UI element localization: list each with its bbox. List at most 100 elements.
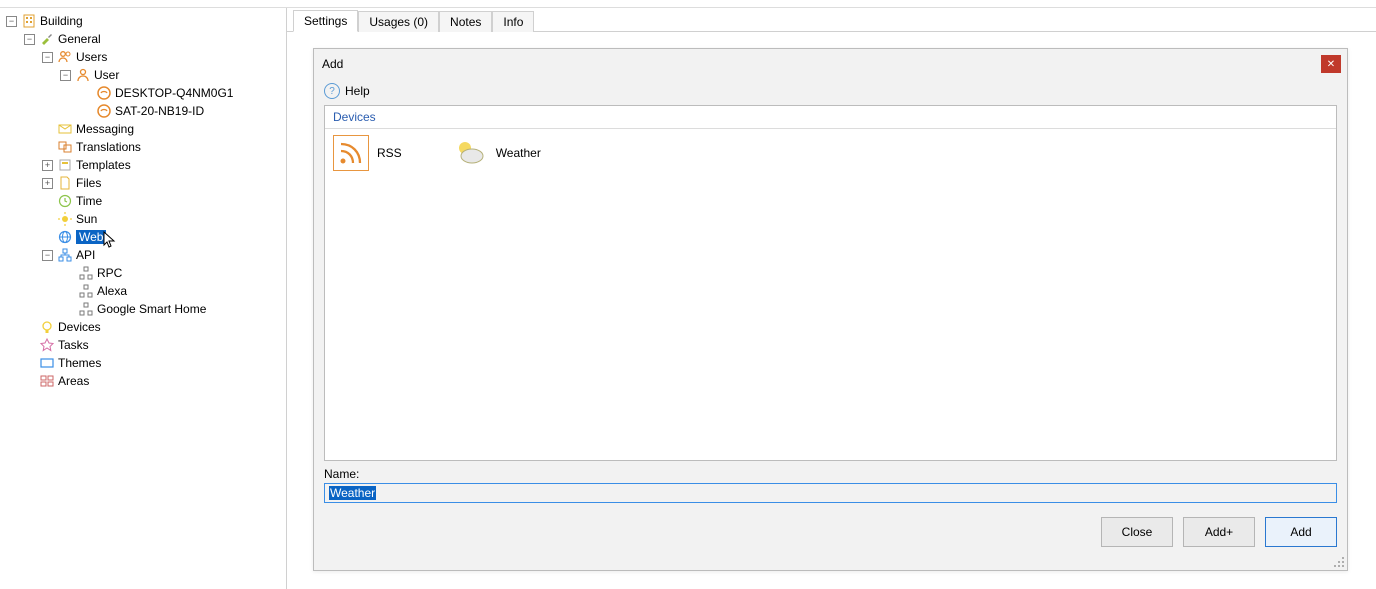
themes-icon	[39, 355, 55, 371]
tree-node-api[interactable]: − API	[2, 246, 284, 264]
expander-plus-icon[interactable]: +	[42, 160, 53, 171]
add-plus-button[interactable]: Add+	[1183, 517, 1255, 547]
help-icon: ?	[324, 83, 340, 99]
dialog-titlebar: Add ✕	[314, 49, 1347, 79]
help-label: Help	[345, 84, 370, 98]
tab-settings[interactable]: Settings	[293, 10, 358, 32]
tree-label-rpc: RPC	[97, 266, 122, 280]
sun-icon	[57, 211, 73, 227]
google-home-icon	[78, 301, 94, 317]
bulb-icon	[39, 319, 55, 335]
name-input-value: Weather	[329, 486, 376, 500]
users-icon	[57, 49, 73, 65]
close-button[interactable]: Close	[1101, 517, 1173, 547]
tab-usages[interactable]: Usages (0)	[358, 11, 439, 32]
tree-node-general[interactable]: − General	[2, 30, 284, 48]
device-item-weather[interactable]: Weather	[452, 135, 541, 171]
tree-label-themes: Themes	[58, 356, 101, 370]
tree-node-templates[interactable]: + Templates	[2, 156, 284, 174]
nav-tree[interactable]: − Building − General − Users −	[0, 8, 287, 589]
device-label-weather: Weather	[496, 146, 541, 160]
expander-minus-icon[interactable]: −	[6, 16, 17, 27]
tree-node-desktop[interactable]: DESKTOP-Q4NM0G1	[2, 84, 284, 102]
cursor-icon	[103, 231, 117, 249]
areas-icon	[39, 373, 55, 389]
device-label-rss: RSS	[377, 146, 402, 160]
rpc-icon	[78, 265, 94, 281]
tools-icon	[39, 31, 55, 47]
tree-label-alexa: Alexa	[97, 284, 127, 298]
tree-label-templates: Templates	[76, 158, 131, 172]
resize-grip-icon[interactable]	[1333, 556, 1345, 568]
tree-node-sat[interactable]: SAT-20-NB19-ID	[2, 102, 284, 120]
dialog-close-button[interactable]: ✕	[1321, 55, 1341, 73]
add-button[interactable]: Add	[1265, 517, 1337, 547]
expander-minus-icon[interactable]: −	[42, 250, 53, 261]
tree-label-files: Files	[76, 176, 101, 190]
tree-node-building[interactable]: − Building	[2, 12, 284, 30]
envelope-icon	[57, 121, 73, 137]
tree-label-user: User	[94, 68, 119, 82]
toolbar-fragment	[0, 0, 1376, 8]
tree-node-tasks[interactable]: Tasks	[2, 336, 284, 354]
tree-node-themes[interactable]: Themes	[2, 354, 284, 372]
tree-node-alexa[interactable]: Alexa	[2, 282, 284, 300]
tree-label-devices: Devices	[58, 320, 101, 334]
expander-plus-icon[interactable]: +	[42, 178, 53, 189]
help-link[interactable]: ? Help	[314, 79, 1347, 105]
tree-node-users[interactable]: − Users	[2, 48, 284, 66]
tree-label-building: Building	[40, 14, 83, 28]
file-icon	[57, 175, 73, 191]
device-item-rss[interactable]: RSS	[333, 135, 402, 171]
tree-node-gsh[interactable]: Google Smart Home	[2, 300, 284, 318]
node-id-icon	[96, 85, 112, 101]
tree-label-translations: Translations	[76, 140, 141, 154]
user-icon	[75, 67, 91, 83]
tree-node-files[interactable]: + Files	[2, 174, 284, 192]
tree-label-time: Time	[76, 194, 102, 208]
expander-minus-icon[interactable]: −	[24, 34, 35, 45]
tree-label-sat: SAT-20-NB19-ID	[115, 104, 204, 118]
tree-label-users: Users	[76, 50, 107, 64]
expander-minus-icon[interactable]: −	[42, 52, 53, 63]
tree-node-time[interactable]: Time	[2, 192, 284, 210]
add-dialog: Add ✕ ? Help Devices RSS Weather Na	[313, 48, 1348, 571]
tasks-icon	[39, 337, 55, 353]
tab-bar: Settings Usages (0) Notes Info	[287, 8, 1376, 32]
devices-groupbox: Devices RSS Weather	[324, 105, 1337, 461]
tab-notes[interactable]: Notes	[439, 11, 492, 32]
tree-node-messaging[interactable]: Messaging	[2, 120, 284, 138]
tree-node-translations[interactable]: Translations	[2, 138, 284, 156]
tree-node-web[interactable]: Web	[2, 228, 284, 246]
tree-node-sun[interactable]: Sun	[2, 210, 284, 228]
devices-header: Devices	[325, 106, 1336, 129]
building-icon	[21, 13, 37, 29]
tree-label-areas: Areas	[58, 374, 89, 388]
tree-node-areas[interactable]: Areas	[2, 372, 284, 390]
weather-icon	[452, 135, 488, 171]
tree-label-tasks: Tasks	[58, 338, 89, 352]
tree-node-user[interactable]: − User	[2, 66, 284, 84]
alexa-icon	[78, 283, 94, 299]
tree-label-general: General	[58, 32, 101, 46]
rss-icon	[333, 135, 369, 171]
template-icon	[57, 157, 73, 173]
tab-info[interactable]: Info	[492, 11, 534, 32]
clock-icon	[57, 193, 73, 209]
close-icon: ✕	[1327, 59, 1335, 70]
dialog-title: Add	[322, 57, 343, 71]
name-label: Name:	[324, 467, 359, 481]
globe-icon	[57, 229, 73, 245]
tree-label-api: API	[76, 248, 95, 262]
expander-minus-icon[interactable]: −	[60, 70, 71, 81]
api-icon	[57, 247, 73, 263]
tree-label-sun: Sun	[76, 212, 97, 226]
tree-label-gsh: Google Smart Home	[97, 302, 206, 316]
translate-icon	[57, 139, 73, 155]
tree-node-devices[interactable]: Devices	[2, 318, 284, 336]
tree-label-messaging: Messaging	[76, 122, 134, 136]
name-input[interactable]: Weather	[324, 483, 1337, 503]
tree-label-web: Web	[76, 230, 106, 244]
tree-node-rpc[interactable]: RPC	[2, 264, 284, 282]
tree-label-desktop: DESKTOP-Q4NM0G1	[115, 86, 233, 100]
